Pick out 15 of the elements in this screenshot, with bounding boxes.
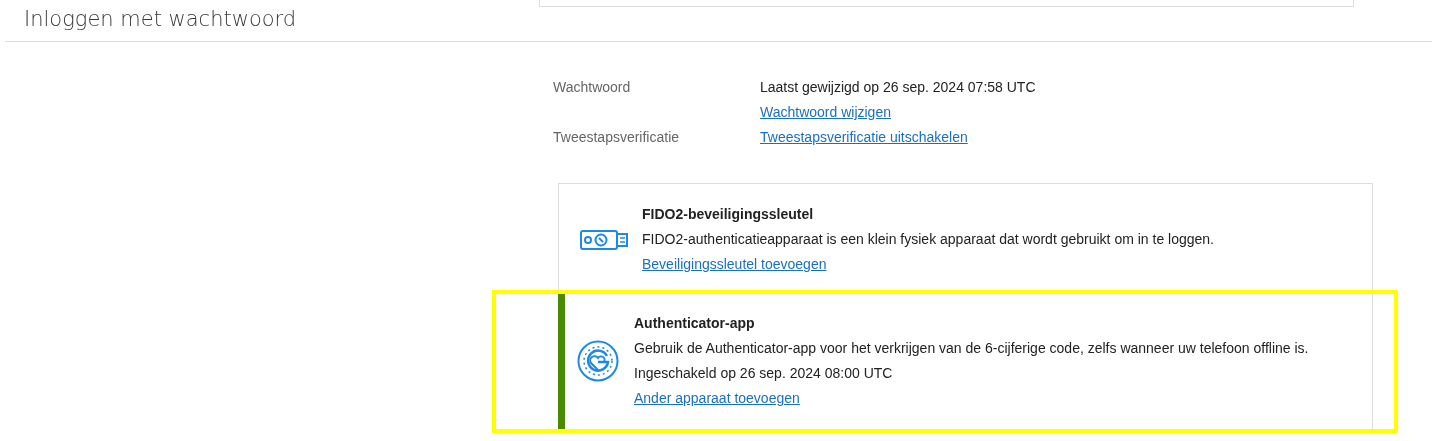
authenticator-icon (577, 340, 619, 382)
method-description: Gebruik de Authenticator-app voor het verkrijgen van de 6-cijferige code, zelfs wanneer uw telefoon offline is. (634, 339, 1309, 358)
usb-key-icon (580, 229, 628, 250)
method-title: Authenticator-app (634, 314, 756, 333)
setting-label: Wachtwoord (553, 78, 632, 97)
method-description: FIDO2-authenticatieapparaat is een klein fysiek apparaat dat wordt gebruikt om in te loggen. (642, 230, 1214, 249)
method-link[interactable]: Beveiligingssleutel toevoegen (642, 256, 827, 272)
page-title: Inloggen met wachtwoord (23, 6, 298, 33)
method-status: Ingeschakeld op 26 sep. 2024 08:00 UTC (634, 364, 894, 383)
method-link[interactable]: Ander apparaat toevoegen (634, 390, 800, 406)
method-title: FIDO2-beveiligingssleutel (642, 205, 815, 224)
setting-link[interactable]: Tweestapsverificatie uitschakelen (760, 129, 968, 145)
setting-value: Laatst gewijzigd op 26 sep. 2024 07:58 UTC (760, 78, 1037, 97)
setting-label: Tweestapsverificatie (553, 128, 681, 147)
setting-link[interactable]: Wachtwoord wijzigen (760, 104, 891, 120)
